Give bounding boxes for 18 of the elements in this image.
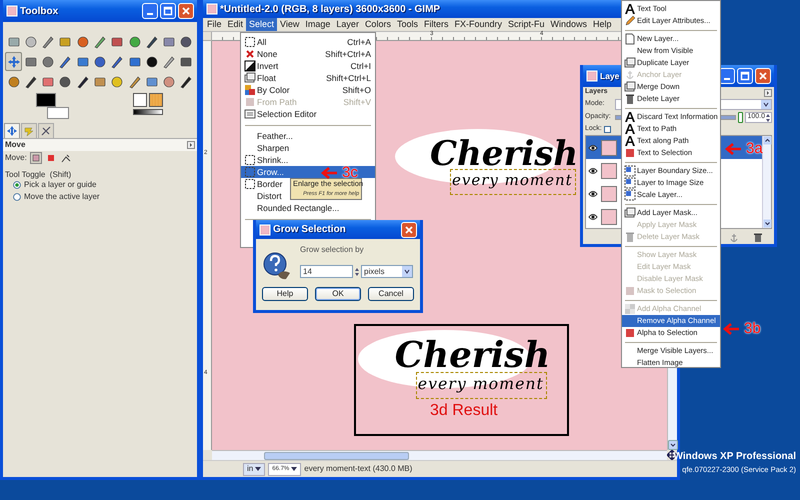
tool-toggle-label: Tool Toggle (Shift) xyxy=(4,169,72,179)
logo-title: Cherish xyxy=(430,137,578,171)
os-edition: Windows XP Professional xyxy=(673,450,796,464)
status-message: every moment-text (430.0 MB) xyxy=(304,463,412,475)
annotation-label: 3c xyxy=(342,165,358,180)
logo-title: Cherish xyxy=(394,338,550,374)
annotation-label: 3b xyxy=(744,321,761,336)
field-label: Grow selection by xyxy=(300,244,365,256)
move-label: Move: xyxy=(5,152,27,164)
logo-tagline: every moment xyxy=(452,173,573,188)
options-title: Move xyxy=(5,139,26,151)
result-caption: 3d Result xyxy=(430,401,498,421)
window-title: Toolbox xyxy=(20,4,58,18)
menu-item: From Path Shift+V xyxy=(241,96,375,108)
logo-tagline: every moment xyxy=(418,376,544,392)
window-title: *Untitled-2.0 (RGB, 8 layers) 3600x3600 - GIMP xyxy=(220,2,440,16)
window-title: Grow Selection xyxy=(273,223,346,237)
window-title: Laye xyxy=(600,70,620,82)
